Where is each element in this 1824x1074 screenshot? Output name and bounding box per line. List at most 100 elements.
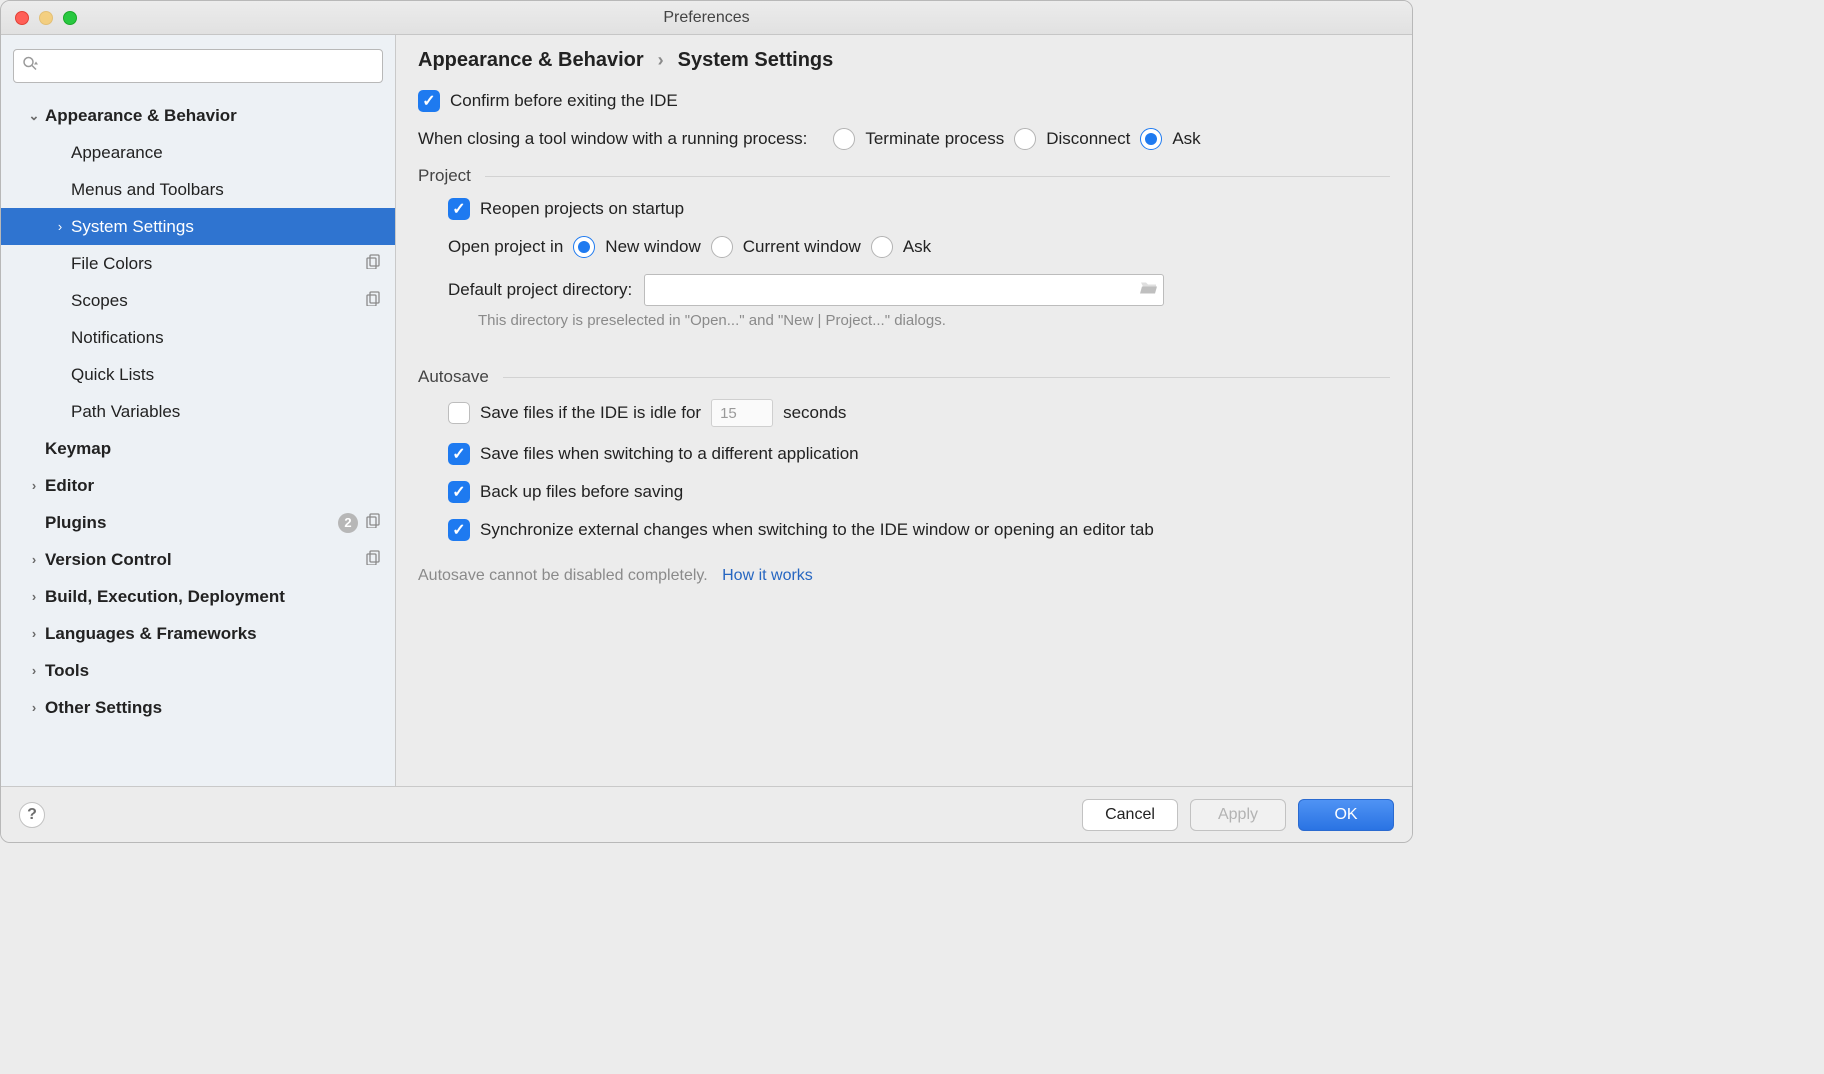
closing-radio-terminate-label: Terminate process bbox=[865, 129, 1004, 149]
sidebar-item[interactable]: ›Tools bbox=[1, 652, 395, 689]
project-group-title: Project bbox=[418, 166, 471, 186]
sidebar-item[interactable]: ›Build, Execution, Deployment bbox=[1, 578, 395, 615]
sync-external-checkbox[interactable] bbox=[448, 519, 470, 541]
reopen-projects-checkbox[interactable] bbox=[448, 198, 470, 220]
open-in-ask-radio[interactable] bbox=[871, 236, 893, 258]
confirm-exit-label: Confirm before exiting the IDE bbox=[450, 91, 678, 111]
closing-radio-ask[interactable] bbox=[1140, 128, 1162, 150]
sidebar-item[interactable]: Scopes bbox=[1, 282, 395, 319]
sidebar-item-label: Version Control bbox=[45, 550, 366, 570]
search-input[interactable] bbox=[22, 57, 374, 76]
backup-before-save-label: Back up files before saving bbox=[480, 482, 683, 502]
divider bbox=[485, 176, 1390, 177]
open-in-new-window-radio[interactable] bbox=[573, 236, 595, 258]
sidebar-item-label: Tools bbox=[45, 661, 381, 681]
sidebar-item-label: Appearance bbox=[71, 143, 381, 163]
titlebar: Preferences bbox=[1, 1, 1412, 35]
breadcrumb-root[interactable]: Appearance & Behavior bbox=[418, 49, 644, 72]
divider bbox=[503, 377, 1390, 378]
update-count-badge: 2 bbox=[338, 513, 358, 533]
sidebar: ⌄Appearance & Behavior Appearance Menus an… bbox=[1, 35, 396, 786]
sync-external-label: Synchronize external changes when switch… bbox=[480, 520, 1154, 540]
sidebar-item-label: Keymap bbox=[45, 439, 381, 459]
save-idle-label-pre: Save files if the IDE is idle for bbox=[480, 403, 701, 423]
backup-before-save-checkbox[interactable] bbox=[448, 481, 470, 503]
save-idle-label-post: seconds bbox=[783, 403, 846, 423]
save-idle-seconds-input[interactable] bbox=[711, 399, 773, 427]
open-project-in-label: Open project in bbox=[448, 237, 563, 257]
project-level-icon bbox=[366, 291, 381, 311]
chevron-right-icon[interactable]: › bbox=[23, 700, 45, 715]
sidebar-item[interactable]: Menus and Toolbars bbox=[1, 171, 395, 208]
closing-radio-terminate[interactable] bbox=[833, 128, 855, 150]
project-level-icon bbox=[366, 254, 381, 274]
open-in-ask-label: Ask bbox=[903, 237, 931, 257]
help-button[interactable]: ? bbox=[19, 802, 45, 828]
chevron-right-icon: › bbox=[658, 50, 664, 71]
chevron-right-icon[interactable]: › bbox=[23, 663, 45, 678]
preferences-window: Preferences ⌄Appearance & BehaviorAppear… bbox=[0, 0, 1413, 843]
breadcrumb: Appearance & Behavior › System Settings bbox=[418, 49, 1390, 72]
sidebar-item[interactable]: ⌄Appearance & Behavior bbox=[1, 97, 395, 134]
autosave-note: Autosave cannot be disabled completely. … bbox=[418, 567, 1390, 585]
chevron-right-icon[interactable]: › bbox=[23, 626, 45, 641]
folder-open-icon[interactable] bbox=[1140, 280, 1158, 301]
search-icon bbox=[22, 56, 38, 77]
autosave-group: Autosave bbox=[418, 367, 1390, 387]
chevron-down-icon[interactable]: ⌄ bbox=[23, 108, 45, 124]
sidebar-item[interactable]: Keymap bbox=[1, 430, 395, 467]
sidebar-item[interactable]: ›System Settings bbox=[1, 208, 395, 245]
sidebar-item[interactable]: Path Variables bbox=[1, 393, 395, 430]
chevron-right-icon[interactable]: › bbox=[23, 552, 45, 567]
sidebar-item-label: Editor bbox=[45, 476, 381, 496]
sidebar-item-label: Menus and Toolbars bbox=[71, 180, 381, 200]
default-dir-label: Default project directory: bbox=[448, 280, 632, 300]
save-switch-app-checkbox[interactable] bbox=[448, 443, 470, 465]
sidebar-item[interactable]: Plugins2 bbox=[1, 504, 395, 541]
how-it-works-link[interactable]: How it works bbox=[722, 567, 813, 584]
sidebar-item-label: Quick Lists bbox=[71, 365, 381, 385]
sidebar-item-label: Other Settings bbox=[45, 698, 381, 718]
sidebar-item[interactable]: ›Other Settings bbox=[1, 689, 395, 726]
sidebar-item[interactable]: ›Version Control bbox=[1, 541, 395, 578]
project-group: Project bbox=[418, 166, 1390, 186]
sidebar-item-label: Languages & Frameworks bbox=[45, 624, 381, 644]
sidebar-item-label: Build, Execution, Deployment bbox=[45, 587, 381, 607]
sidebar-item-label: System Settings bbox=[71, 217, 381, 237]
closing-radio-ask-label: Ask bbox=[1172, 129, 1200, 149]
sidebar-item-label: Notifications bbox=[71, 328, 381, 348]
window-title: Preferences bbox=[1, 9, 1412, 27]
settings-tree: ⌄Appearance & Behavior Appearance Menus an… bbox=[1, 91, 395, 726]
autosave-note-text: Autosave cannot be disabled completely. bbox=[418, 567, 708, 584]
open-in-current-window-radio[interactable] bbox=[711, 236, 733, 258]
default-dir-hint: This directory is preselected in "Open..… bbox=[418, 312, 1390, 329]
sidebar-item-label: Scopes bbox=[71, 291, 366, 311]
default-dir-input[interactable] bbox=[644, 274, 1164, 306]
sidebar-item[interactable]: ›Editor bbox=[1, 467, 395, 504]
search-box[interactable] bbox=[13, 49, 383, 83]
sidebar-item-label: Appearance & Behavior bbox=[45, 106, 381, 126]
open-in-current-window-label: Current window bbox=[743, 237, 861, 257]
confirm-exit-checkbox[interactable] bbox=[418, 90, 440, 112]
save-idle-checkbox[interactable] bbox=[448, 402, 470, 424]
apply-button[interactable]: Apply bbox=[1190, 799, 1286, 831]
footer: ? Cancel Apply OK bbox=[1, 786, 1412, 842]
cancel-button[interactable]: Cancel bbox=[1082, 799, 1178, 831]
sidebar-item-label: Path Variables bbox=[71, 402, 381, 422]
sidebar-item[interactable]: Notifications bbox=[1, 319, 395, 356]
chevron-right-icon[interactable]: › bbox=[23, 589, 45, 604]
sidebar-item[interactable]: ›Languages & Frameworks bbox=[1, 615, 395, 652]
chevron-right-icon[interactable]: › bbox=[23, 478, 45, 493]
sidebar-item-label: Plugins bbox=[45, 513, 338, 533]
closing-radio-disconnect[interactable] bbox=[1014, 128, 1036, 150]
sidebar-item[interactable]: Quick Lists bbox=[1, 356, 395, 393]
sidebar-item[interactable]: File Colors bbox=[1, 245, 395, 282]
project-level-icon bbox=[366, 513, 381, 533]
open-in-new-window-label: New window bbox=[605, 237, 700, 257]
ok-button[interactable]: OK bbox=[1298, 799, 1394, 831]
sidebar-item[interactable]: Appearance bbox=[1, 134, 395, 171]
breadcrumb-current: System Settings bbox=[678, 49, 834, 72]
chevron-right-icon[interactable]: › bbox=[49, 219, 71, 234]
project-level-icon bbox=[366, 550, 381, 570]
content-pane: Appearance & Behavior › System Settings … bbox=[396, 35, 1412, 786]
